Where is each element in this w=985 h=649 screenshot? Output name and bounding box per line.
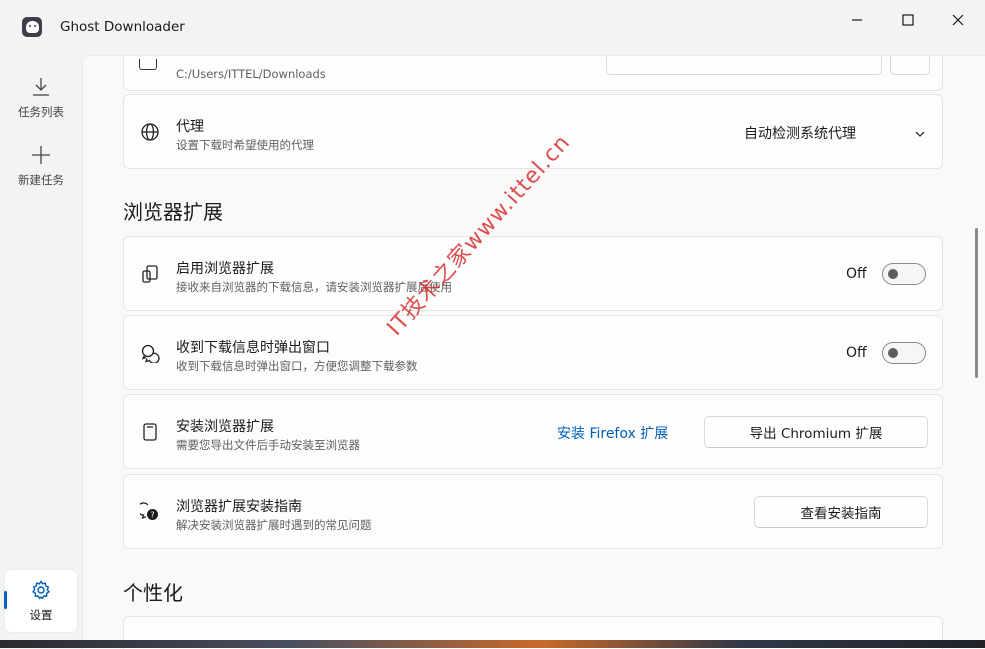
proxy-title: 代理 — [176, 119, 204, 135]
tablet-icon — [139, 421, 161, 443]
popup-window-subtitle: 收到下载信息时弹出窗口，方便您调整下载参数 — [176, 359, 418, 373]
toggle-state-label: Off — [846, 345, 867, 361]
settings-panel: C:/Users/ITTEL/Downloads 代理 设置下载时希望使用的代理… — [82, 55, 985, 649]
sidebar-item-settings[interactable]: 设置 — [4, 570, 77, 632]
install-guide-subtitle: 解决安装浏览器扩展时遇到的常见问题 — [176, 518, 372, 532]
globe-icon — [139, 121, 161, 143]
scrollbar[interactable] — [975, 228, 978, 378]
install-extension-card: 安装浏览器扩展 需要您导出文件后手动安装至浏览器 安装 Firefox 扩展 导… — [123, 394, 943, 469]
browser-extension-section-title: 浏览器扩展 — [123, 200, 223, 224]
sidebar-item-task-list[interactable]: 任务列表 — [5, 67, 77, 129]
download-icon — [30, 73, 52, 101]
sidebar: 任务列表 新建任务 设置 — [0, 55, 82, 648]
personalization-section-title: 个性化 — [123, 581, 183, 605]
folder-icon — [139, 59, 157, 70]
popup-window-title: 收到下载信息时弹出窗口 — [176, 340, 330, 356]
install-extension-title: 安装浏览器扩展 — [176, 419, 274, 435]
choose-folder-button[interactable] — [606, 56, 882, 75]
desktop-background-strip — [0, 640, 985, 648]
install-extension-subtitle: 需要您导出文件后手动安装至浏览器 — [176, 438, 360, 452]
view-guide-button[interactable]: 查看安装指南 — [754, 496, 928, 528]
gear-icon — [30, 576, 52, 604]
sidebar-item-label: 新建任务 — [18, 173, 64, 187]
plus-icon — [30, 141, 52, 169]
install-firefox-link[interactable]: 安装 Firefox 扩展 — [557, 423, 668, 443]
sidebar-item-label: 任务列表 — [18, 105, 64, 119]
toggle-knob — [888, 269, 898, 279]
minimize-icon — [852, 19, 862, 21]
maximize-icon — [902, 14, 914, 26]
proxy-subtitle: 设置下载时希望使用的代理 — [176, 138, 314, 152]
toggle-knob — [888, 348, 898, 358]
enable-extension-card: 启用浏览器扩展 接收来自浏览器的下载信息，请安装浏览器扩展后使用 Off — [123, 236, 943, 311]
maximize-button[interactable] — [885, 6, 931, 34]
download-folder-path: C:/Users/ITTEL/Downloads — [176, 67, 326, 81]
open-folder-button[interactable] — [890, 56, 930, 75]
download-folder-card: C:/Users/ITTEL/Downloads — [123, 56, 943, 91]
enable-extension-toggle[interactable] — [882, 263, 926, 285]
chevron-down-icon[interactable] — [914, 125, 926, 144]
popup-window-toggle[interactable] — [882, 342, 926, 364]
minimize-button[interactable] — [834, 6, 880, 34]
sidebar-item-new-task[interactable]: 新建任务 — [5, 135, 77, 197]
window-title: Ghost Downloader — [60, 19, 185, 35]
active-indicator — [4, 591, 7, 609]
svg-text:?: ? — [150, 510, 154, 519]
enable-extension-title: 启用浏览器扩展 — [176, 261, 274, 277]
chat-bubbles-icon — [139, 342, 161, 364]
title-bar: Ghost Downloader — [0, 0, 985, 55]
close-button[interactable] — [935, 6, 981, 34]
app-ghost-icon — [22, 17, 42, 37]
proxy-select-value[interactable]: 自动检测系统代理 — [744, 123, 856, 143]
popup-window-card: 收到下载信息时弹出窗口 收到下载信息时弹出窗口，方便您调整下载参数 Off — [123, 315, 943, 390]
install-guide-card: ? 浏览器扩展安装指南 解决安装浏览器扩展时遇到的常见问题 查看安装指南 — [123, 474, 943, 549]
toggle-state-label: Off — [846, 266, 867, 282]
extension-icon — [139, 263, 161, 285]
install-guide-title: 浏览器扩展安装指南 — [176, 499, 302, 515]
export-chromium-button[interactable]: 导出 Chromium 扩展 — [704, 416, 928, 448]
close-icon — [952, 14, 964, 26]
sidebar-item-label: 设置 — [29, 608, 53, 622]
help-chat-icon: ? — [139, 501, 161, 523]
